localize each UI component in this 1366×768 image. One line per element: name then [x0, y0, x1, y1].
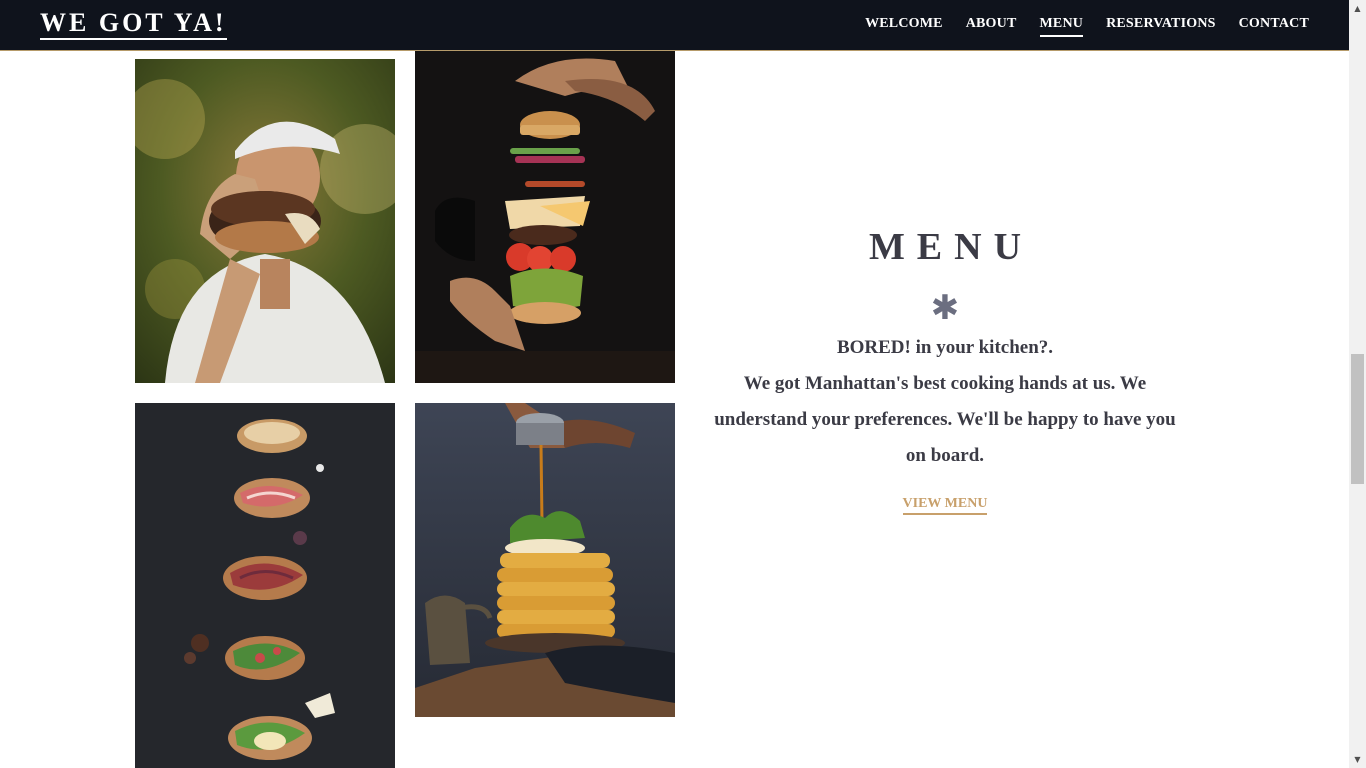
- menu-body: We got Manhattan's best cooking hands at…: [714, 373, 1176, 466]
- asterisk-divider-icon: ✱: [930, 288, 960, 328]
- nav-link-reservations[interactable]: RESERVATIONS: [1106, 16, 1216, 37]
- top-navbar: WE GOT YA! WELCOME ABOUT MENU RESERVATIO…: [0, 0, 1349, 51]
- menu-heading: MENU: [868, 226, 1034, 268]
- scrollbar-thumb[interactable]: [1351, 354, 1364, 484]
- brand-logo[interactable]: WE GOT YA!: [40, 8, 227, 40]
- bruschetta-row-photo: [135, 403, 395, 768]
- man-holding-burger-photo: [135, 59, 395, 383]
- nav-link-contact[interactable]: CONTACT: [1239, 16, 1309, 37]
- nav-links: WELCOME ABOUT MENU RESERVATIONS CONTACT: [865, 16, 1309, 37]
- pancake-stack-syrup-photo: [415, 403, 675, 717]
- nav-link-welcome[interactable]: WELCOME: [865, 16, 943, 37]
- page-scrollbar[interactable]: ▲ ▼: [1349, 0, 1366, 768]
- menu-tagline: BORED! in your kitchen?.: [836, 337, 1054, 358]
- menu-description: BORED! in your kitchen?. We got Manhatta…: [705, 330, 1185, 474]
- scroll-up-arrow-icon[interactable]: ▲: [1349, 0, 1366, 17]
- menu-section: MENU ✱ BORED! in your kitchen?. We got M…: [705, 222, 1185, 515]
- nav-link-about[interactable]: ABOUT: [966, 16, 1017, 37]
- floating-burger-layers-photo: [415, 51, 675, 383]
- scroll-down-arrow-icon[interactable]: ▼: [1349, 751, 1366, 768]
- nav-link-menu[interactable]: MENU: [1039, 16, 1084, 37]
- view-menu-link[interactable]: VIEW MENU: [902, 496, 988, 515]
